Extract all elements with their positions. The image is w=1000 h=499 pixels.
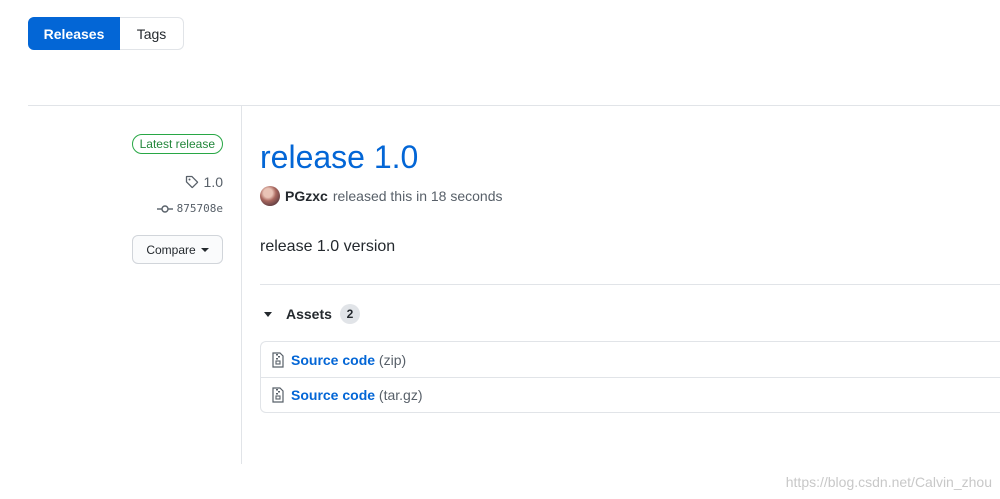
avatar[interactable]	[260, 186, 280, 206]
assets-toggle[interactable]: Assets 2	[264, 304, 360, 324]
tag-name: 1.0	[203, 174, 223, 190]
author-name-link[interactable]: PGzxc	[285, 188, 328, 204]
asset-row-zip[interactable]: Source code (zip)	[261, 342, 1000, 377]
asset-link[interactable]: Source code (zip)	[291, 352, 406, 368]
release-commit-link[interactable]: 875708e	[156, 202, 223, 215]
assets-label: Assets	[286, 306, 332, 322]
asset-row-targz[interactable]: Source code (tar.gz)	[261, 377, 1000, 412]
file-zip-icon	[271, 387, 285, 403]
assets-count-badge: 2	[339, 304, 360, 324]
release-main: release 1.0 PGzxc released this in 18 se…	[260, 106, 1000, 464]
compare-label: Compare	[146, 242, 196, 257]
asset-format: (zip)	[378, 351, 407, 368]
watermark-text: https://blog.csdn.net/Calvin_zhou	[785, 474, 992, 490]
file-zip-icon	[271, 351, 285, 368]
git-commit-icon	[156, 203, 173, 215]
release-notes: release 1.0 version	[260, 238, 396, 255]
caret-down-icon	[264, 311, 272, 317]
asset-name: Source code	[291, 387, 376, 403]
latest-release-badge: Latest release	[131, 134, 223, 154]
release-title-link[interactable]: release 1.0	[260, 139, 418, 176]
tab-tags[interactable]: Tags	[120, 17, 184, 50]
tag-icon	[184, 174, 200, 190]
assets-list: Source code (zip) Source code (tar.gz)	[260, 341, 1000, 413]
asset-link[interactable]: Source code (tar.gz)	[291, 387, 423, 403]
asset-format: (tar.gz)	[378, 387, 423, 403]
releases-tags-tabs: Releases Tags	[28, 17, 184, 50]
commit-sha: 875708e	[176, 202, 223, 215]
released-time-text: released this in 18 seconds	[332, 188, 503, 204]
divider	[260, 284, 1000, 285]
release-meta-sidebar: Latest release 1.0 875708e Compare	[28, 106, 242, 464]
release-author-line: PGzxc released this in 18 seconds	[260, 186, 502, 206]
tab-releases[interactable]: Releases	[28, 17, 120, 50]
release-tag-link[interactable]: 1.0	[184, 174, 223, 190]
asset-name: Source code	[291, 351, 376, 368]
compare-button[interactable]: Compare	[132, 235, 223, 264]
caret-down-icon	[200, 247, 209, 252]
